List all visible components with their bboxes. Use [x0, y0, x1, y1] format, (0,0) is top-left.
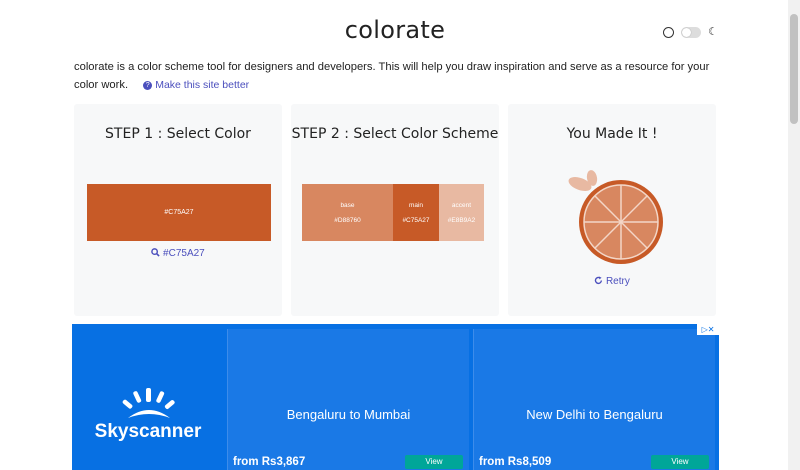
ad-route-price: from Rs3,867: [233, 456, 306, 468]
step1-title: STEP 1 : Select Color: [105, 126, 251, 142]
scheme-main-label: main: [408, 201, 424, 209]
ad-choices-icon[interactable]: ▷✕: [697, 324, 719, 335]
help-link-label: Make this site better: [155, 79, 250, 91]
step3-card: You Made It ! Retry: [508, 104, 716, 316]
ad-route-card[interactable]: Bengaluru to Mumbai from Rs3,867 View: [227, 329, 469, 470]
ad-route-price: from Rs8,509: [479, 456, 552, 468]
intro-text: colorate is a color scheme tool for desi…: [74, 58, 714, 94]
step1-card: STEP 1 : Select Color #C75A27 #C75A27: [74, 104, 282, 316]
search-icon: [151, 248, 160, 257]
scheme-base-label: base: [340, 201, 355, 209]
scheme-main-hex: #C75A27: [402, 216, 430, 224]
ad-route-title: Bengaluru to Mumbai: [286, 407, 411, 422]
retry-label: Retry: [605, 276, 630, 287]
page-scrollbar[interactable]: [788, 0, 800, 470]
step3-title: You Made It !: [566, 126, 658, 142]
question-icon: ?: [143, 81, 153, 90]
ad-brand-name: Skyscanner: [94, 421, 202, 442]
scheme-accent-swatch[interactable]: accent #E8B9A2: [439, 184, 484, 241]
skyscanner-logo-icon: [122, 388, 175, 418]
help-link[interactable]: ? Make this site better: [143, 79, 249, 91]
scheme-main-swatch[interactable]: main #C75A27: [393, 184, 439, 241]
scrollbar-thumb[interactable]: [790, 14, 798, 124]
ad-view-button[interactable]: View: [651, 455, 709, 469]
step2-title: STEP 2 : Select Color Scheme: [291, 126, 499, 142]
scheme-accent-hex: #E8B9A2: [447, 216, 476, 224]
sun-icon: [663, 27, 675, 38]
selected-color-swatch[interactable]: #C75A27: [87, 184, 271, 241]
scheme-base-hex: #D88760: [334, 216, 361, 224]
color-search-label: #C75A27: [163, 248, 205, 259]
ad-route-title: New Delhi to Bengaluru: [526, 407, 663, 422]
skyscanner-ad-banner[interactable]: Skyscanner Bengaluru to Mumbai from Rs3,…: [72, 324, 719, 470]
step2-card: STEP 2 : Select Color Scheme base #D8876…: [291, 104, 499, 316]
color-search-link[interactable]: #C75A27: [74, 248, 282, 259]
theme-toggle[interactable]: [681, 27, 702, 38]
orange-icon: [568, 170, 663, 264]
refresh-icon: [594, 276, 603, 285]
selected-color-hex: #C75A27: [164, 209, 194, 216]
scheme-accent-label: accent: [451, 201, 472, 209]
scheme-base-swatch[interactable]: base #D88760: [302, 184, 393, 241]
color-scheme[interactable]: base #D88760 main #C75A27 accent #E8B9A2: [302, 184, 484, 241]
theme-switcher: ☾: [663, 27, 718, 38]
retry-link[interactable]: Retry: [508, 276, 716, 287]
ad-view-button[interactable]: View: [405, 455, 463, 469]
ad-route-card[interactable]: New Delhi to Bengaluru from Rs8,509 View: [473, 329, 715, 470]
ad-brand-panel[interactable]: Skyscanner: [72, 324, 224, 470]
moon-icon: ☾: [708, 26, 718, 38]
